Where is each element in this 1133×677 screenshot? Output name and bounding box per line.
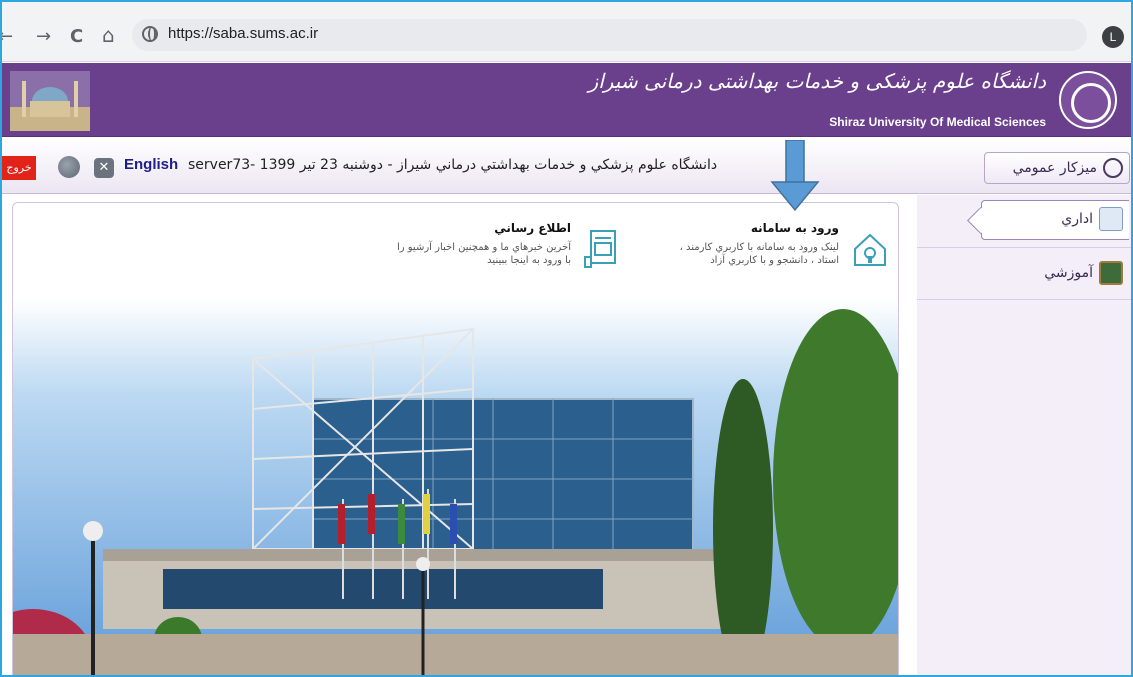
refresh-icon[interactable] — [58, 156, 80, 178]
news-card-title: اطلاع رساني — [494, 221, 571, 235]
admin-icon — [1099, 207, 1123, 231]
logout-button[interactable]: خروج — [2, 156, 36, 180]
house-login-icon — [854, 233, 886, 266]
university-banner: دانشگاه علوم پزشکی و خدمات بهداشتی درمان… — [2, 63, 1131, 137]
news-document-icon — [584, 230, 616, 268]
main-content: ورود به سامانه لينک ورود به سامانه با کا… — [12, 202, 899, 675]
status-line: دانشگاه علوم پزشکي و خدمات بهداشتي درمان… — [188, 157, 718, 173]
news-card-description: آخرين خبرهاي ما و همچنين اخبار آرشيو را … — [396, 242, 571, 266]
university-name-fa: دانشگاه علوم پزشکی و خدمات بهداشتی درمان… — [588, 69, 1046, 93]
sidebar-item-education[interactable]: آموزشي — [917, 249, 1131, 301]
close-icon[interactable]: ✕ — [94, 158, 114, 178]
sidebar: اداري آموزشي — [917, 195, 1131, 675]
general-desktop-button[interactable]: ميزكار عمومي — [984, 152, 1130, 184]
site-info-icon[interactable] — [142, 26, 158, 42]
shrine-image — [10, 71, 90, 131]
sidebar-divider — [917, 299, 1131, 300]
general-desktop-label: ميزكار عمومي — [1012, 160, 1097, 176]
url-text: https://saba.sums.ac.ir — [168, 25, 319, 42]
login-card-description: لينک ورود به سامانه با کاربري کارمند ، ا… — [679, 242, 839, 266]
reload-button[interactable]: C — [70, 26, 83, 47]
news-card[interactable]: اطلاع رساني آخرين خبرهاي ما و همچنين اخب… — [393, 221, 623, 281]
login-card-title: ورود به سامانه — [750, 221, 839, 235]
browser-toolbar: ← → C ⌂ https://saba.sums.ac.ir L — [2, 2, 1131, 62]
sidebar-item-admin[interactable]: اداري — [917, 195, 1131, 247]
screen-frame: ← → C ⌂ https://saba.sums.ac.ir L دانشگا… — [0, 0, 1133, 677]
education-icon — [1099, 261, 1123, 285]
university-building-photo — [13, 299, 898, 675]
app-toolbar: خروج ✕ English دانشگاه علوم پزشکي و خدما… — [2, 138, 1131, 194]
sidebar-item-label: اداري — [1061, 211, 1093, 227]
sidebar-item-label: آموزشي — [1044, 265, 1093, 281]
login-card[interactable]: ورود به سامانه لينک ورود به سامانه با کا… — [661, 221, 891, 281]
home-button[interactable]: ⌂ — [102, 23, 115, 47]
desktop-logo-icon — [1103, 158, 1123, 178]
profile-avatar[interactable]: L — [1102, 26, 1124, 48]
university-seal-logo — [1059, 71, 1117, 129]
annotation-arrow-icon — [770, 140, 820, 212]
back-button[interactable]: ← — [2, 26, 13, 47]
sidebar-divider — [917, 247, 1131, 248]
address-bar[interactable]: https://saba.sums.ac.ir — [132, 19, 1087, 51]
english-language-link[interactable]: English — [124, 156, 178, 173]
university-name-en: Shiraz University Of Medical Sciences — [829, 115, 1046, 129]
forward-button[interactable]: → — [36, 26, 51, 47]
